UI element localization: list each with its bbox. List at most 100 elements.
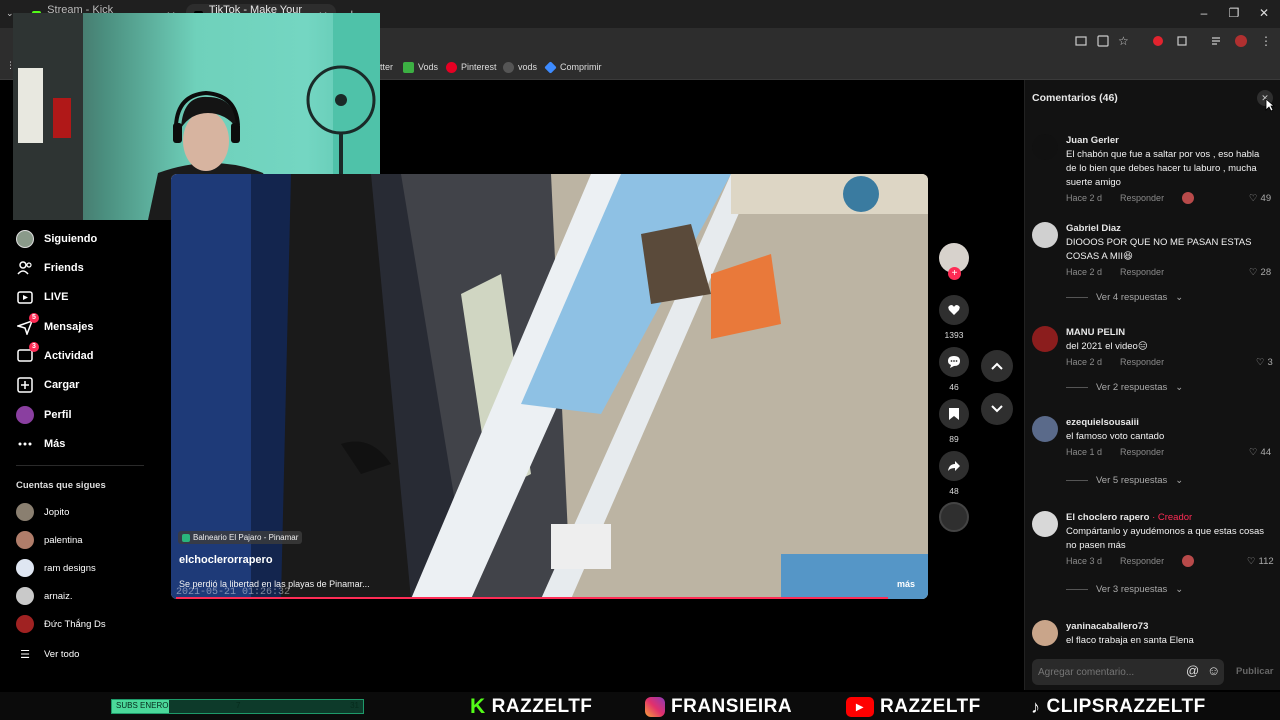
view-replies-button[interactable]: Ver 5 respuestas ⌄ <box>1066 475 1183 486</box>
following-account[interactable]: palentina <box>16 531 83 549</box>
upload-icon <box>16 376 34 394</box>
restore-icon[interactable]: ❐ <box>1224 6 1244 22</box>
profile-avatar-icon[interactable] <box>1234 34 1248 48</box>
heart-outline-icon: ♡ <box>1247 556 1256 567</box>
avatar[interactable] <box>1032 620 1058 646</box>
following-account[interactable]: ram designs <box>16 559 96 577</box>
comment-username[interactable]: Gabriel Diaz <box>1066 223 1121 234</box>
chevron-down-icon: ⌄ <box>1175 584 1184 595</box>
bookmark-twitter[interactable]: tter <box>380 60 393 74</box>
save-button[interactable] <box>939 399 969 429</box>
view-replies-button[interactable]: Ver 2 respuestas ⌄ <box>1066 382 1183 393</box>
nav-siguiendo[interactable]: Siguiendo <box>16 229 97 249</box>
sound-disc-icon[interactable] <box>939 502 969 532</box>
video-progress-bar[interactable] <box>176 597 888 599</box>
heart-outline-icon: ♡ <box>1249 267 1258 278</box>
nav-mensajes[interactable]: 5 Mensajes <box>16 313 94 337</box>
view-replies-button[interactable]: Ver 4 respuestas ⌄ <box>1066 292 1183 303</box>
browser-menu-icon[interactable]: ⋮ <box>1260 34 1274 48</box>
creator-badge: · Creador <box>1152 512 1193 523</box>
kick-icon: K <box>470 695 486 718</box>
emoji-icon[interactable]: ☺ <box>1207 663 1220 678</box>
social-tiktok: ♪ CLIPSRAZZELTF <box>1031 696 1206 717</box>
view-replies-button[interactable]: Ver 3 respuestas ⌄ <box>1066 584 1183 595</box>
translate-icon[interactable] <box>1096 34 1110 48</box>
comment-like[interactable]: ♡ 49 <box>1249 193 1271 204</box>
close-window-icon[interactable]: ✕ <box>1254 6 1274 22</box>
avatar <box>16 503 34 521</box>
comment-username[interactable]: yaninacaballero73 <box>1066 621 1148 632</box>
comment-text: el flaco trabaja en santa Elena <box>1066 635 1194 646</box>
avatar[interactable] <box>1032 326 1058 352</box>
comment-meta: Hace 1 d Responder <box>1066 447 1165 457</box>
chevron-down-icon <box>991 405 1003 413</box>
extensions-icon[interactable] <box>1175 34 1189 48</box>
next-video-button[interactable] <box>981 393 1013 425</box>
avatar[interactable] <box>1032 416 1058 442</box>
avatar[interactable] <box>1032 511 1058 537</box>
sub-goal-target: 31 <box>350 701 359 710</box>
comment-like[interactable]: ♡ 112 <box>1247 556 1274 567</box>
share-button[interactable] <box>939 451 969 481</box>
comment-input[interactable] <box>1038 664 1178 680</box>
comment-username[interactable]: El choclero rapero · Creador <box>1066 512 1192 523</box>
video-author[interactable]: elchoclerorrapero <box>179 554 273 566</box>
comment-text: Compártanlo y ayudémonos a que estas cos… <box>1066 526 1265 551</box>
reply-button[interactable]: Responder <box>1120 357 1164 367</box>
comment-like[interactable]: ♡ 28 <box>1249 267 1271 278</box>
comments-title: Comentarios (46) <box>1032 92 1118 104</box>
chevron-down-icon: ⌄ <box>1175 475 1184 486</box>
comment-like[interactable]: ♡ 3 <box>1256 357 1273 368</box>
caption-more-button[interactable]: más <box>897 579 915 589</box>
mention-icon[interactable]: @ <box>1186 663 1199 678</box>
comment-bubble-icon <box>947 355 961 369</box>
messages-icon: 5 <box>16 313 39 336</box>
following-account[interactable]: arnaiz. <box>16 587 73 605</box>
follow-plus-icon[interactable]: + <box>948 267 961 280</box>
reply-button[interactable]: Responder <box>1120 447 1164 457</box>
following-account[interactable]: Jopito <box>16 503 69 521</box>
nav-mas[interactable]: Más <box>16 434 65 454</box>
like-button[interactable] <box>939 295 969 325</box>
bookmark-comprimir[interactable]: Comprimir <box>544 60 602 74</box>
following-account[interactable]: Đức Thắng Ds <box>16 615 106 633</box>
reply-button[interactable]: Responder <box>1120 193 1164 203</box>
comment-username[interactable]: Juan Gerler <box>1066 135 1119 146</box>
bookmark-pinterest[interactable]: Pinterest <box>446 60 497 74</box>
bookmark-vods-2[interactable]: vods <box>503 60 537 74</box>
comment-username[interactable]: MANU PELIN <box>1066 327 1125 338</box>
nav-actividad[interactable]: 3 Actividad <box>16 342 94 366</box>
comment-text: el famoso voto cantado <box>1066 431 1165 442</box>
more-icon <box>16 435 34 453</box>
nav-live[interactable]: LIVE <box>16 287 68 307</box>
publish-button[interactable]: Publicar <box>1236 666 1274 677</box>
comment-meta: Hace 3 d Responder <box>1066 556 1165 566</box>
comment-username[interactable]: ezequielsousaiii <box>1066 417 1139 428</box>
location-tag[interactable]: Balneario El Pajaro - Pinamar <box>178 531 303 544</box>
bookmark-vods[interactable]: Vods <box>403 60 438 74</box>
creator-liked-avatar <box>1182 192 1194 204</box>
minimize-icon[interactable]: – <box>1194 6 1214 22</box>
media-controls-icon[interactable] <box>1210 34 1224 48</box>
avatar <box>16 531 34 549</box>
reply-button[interactable]: Responder <box>1120 267 1164 277</box>
share-count: 48 <box>949 486 959 496</box>
prev-video-button[interactable] <box>981 350 1013 382</box>
avatar[interactable] <box>1032 134 1058 160</box>
creator-liked-avatar <box>1182 555 1194 567</box>
social-youtube: ▶ RAZZELTF <box>846 696 981 717</box>
cast-icon[interactable] <box>1074 34 1088 48</box>
avatar[interactable] <box>1032 222 1058 248</box>
reply-button[interactable]: Responder <box>1120 556 1164 566</box>
extension-red-icon[interactable] <box>1151 34 1165 48</box>
nav-cargar[interactable]: Cargar <box>16 375 79 395</box>
instagram-icon <box>645 697 665 717</box>
comment-like[interactable]: ♡ 44 <box>1249 447 1271 458</box>
nav-friends[interactable]: Friends <box>16 258 84 278</box>
save-count: 89 <box>949 434 959 444</box>
comment-button[interactable] <box>939 347 969 377</box>
bookmark-star-icon[interactable]: ☆ <box>1118 34 1132 48</box>
nav-perfil[interactable]: Perfil <box>16 405 72 425</box>
see-all-link[interactable]: ☰ Ver todo <box>16 645 79 663</box>
comment-text: del 2021 el video😑 <box>1066 341 1148 352</box>
